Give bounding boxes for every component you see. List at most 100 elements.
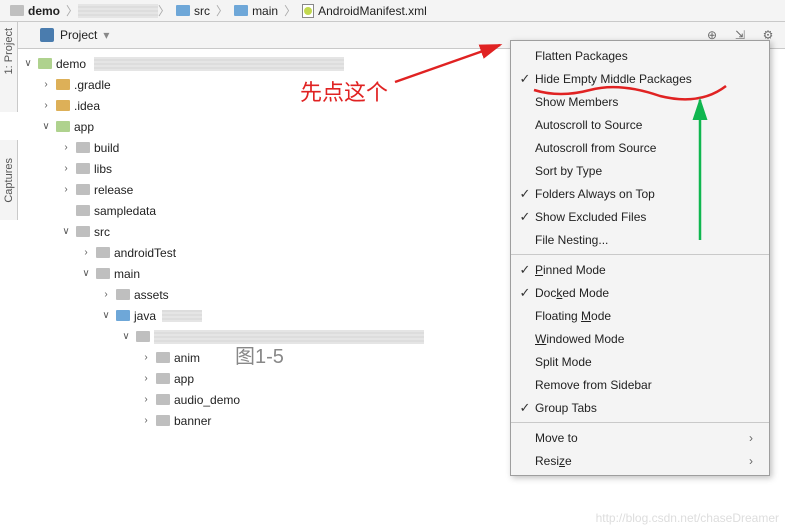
breadcrumb-main[interactable]: main xyxy=(228,4,284,18)
expand-icon[interactable]: ∨ xyxy=(22,58,34,69)
tree-label: libs xyxy=(94,162,112,176)
menu-flatten-packages[interactable]: Flatten Packages xyxy=(511,44,769,67)
menu-hide-empty-middle-packages[interactable]: ✓Hide Empty Middle Packages xyxy=(511,67,769,90)
menu-remove-sidebar[interactable]: Remove from Sidebar xyxy=(511,373,769,396)
module-icon xyxy=(38,58,52,69)
menu-group-tabs[interactable]: ✓Group Tabs xyxy=(511,396,769,419)
menu-label: Split Mode xyxy=(535,355,753,369)
tree-label: src xyxy=(94,225,110,239)
menu-folders-always-on-top[interactable]: ✓Folders Always on Top xyxy=(511,182,769,205)
menu-label: Show Members xyxy=(535,95,753,109)
panel-title[interactable]: Project xyxy=(60,28,97,42)
expand-icon[interactable]: › xyxy=(60,163,72,174)
breadcrumb-file[interactable]: AndroidManifest.xml xyxy=(296,4,433,18)
menu-label: Autoscroll to Source xyxy=(535,118,753,132)
folder-icon xyxy=(136,331,150,342)
expand-icon[interactable]: › xyxy=(80,247,92,258)
folder-icon xyxy=(10,5,24,16)
tree-label: app xyxy=(74,120,94,134)
folder-icon xyxy=(116,289,130,300)
separator-icon: 〉 xyxy=(158,2,170,19)
breadcrumb: demo 〉 〉 src 〉 main 〉 AndroidManifest.xm… xyxy=(0,0,785,22)
folder-icon xyxy=(76,142,90,153)
breadcrumb-root-label: demo xyxy=(28,4,60,18)
redacted-package xyxy=(154,330,424,344)
menu-label: File Nesting... xyxy=(535,233,753,247)
dropdown-icon[interactable]: ▾ xyxy=(103,28,109,42)
tree-label: audio_demo xyxy=(174,393,240,407)
folder-icon xyxy=(76,184,90,195)
check-icon: ✓ xyxy=(515,186,535,202)
folder-icon xyxy=(56,79,70,90)
expand-icon[interactable]: › xyxy=(40,79,52,90)
android-xml-icon xyxy=(302,4,314,18)
menu-label: Floating Mode xyxy=(535,309,753,323)
folder-icon xyxy=(156,415,170,426)
separator-icon: 〉 xyxy=(216,2,228,19)
menu-label: Hide Empty Middle Packages xyxy=(535,72,753,86)
menu-show-excluded-files[interactable]: ✓Show Excluded Files xyxy=(511,205,769,228)
folder-icon xyxy=(56,100,70,111)
expand-icon[interactable]: › xyxy=(140,373,152,384)
tree-label: app xyxy=(174,372,194,386)
breadcrumb-src[interactable]: src xyxy=(170,4,216,18)
sidebar-tab-captures[interactable]: Captures xyxy=(3,158,15,203)
expand-icon[interactable]: › xyxy=(60,184,72,195)
expand-icon[interactable]: › xyxy=(140,352,152,363)
menu-resize[interactable]: Resize› xyxy=(511,449,769,472)
tree-label: main xyxy=(114,267,140,281)
expand-icon[interactable]: › xyxy=(60,142,72,153)
watermark: http://blog.csdn.net/chaseDreamer xyxy=(596,511,779,525)
folder-icon xyxy=(96,247,110,258)
submenu-icon: › xyxy=(749,454,753,468)
menu-label: Sort by Type xyxy=(535,164,753,178)
menu-show-members[interactable]: Show Members xyxy=(511,90,769,113)
redacted-crumb xyxy=(78,4,158,18)
separator-icon: 〉 xyxy=(284,2,296,19)
folder-icon xyxy=(156,352,170,363)
folder-icon xyxy=(76,226,90,237)
folder-icon xyxy=(234,5,248,16)
menu-label: Move to xyxy=(535,431,749,445)
project-view-icon xyxy=(40,28,54,42)
tree-label: anim xyxy=(174,351,200,365)
menu-windowed-mode[interactable]: Windowed Mode xyxy=(511,327,769,350)
menu-sort-by-type[interactable]: Sort by Type xyxy=(511,159,769,182)
expand-icon[interactable]: › xyxy=(140,394,152,405)
menu-file-nesting[interactable]: File Nesting... xyxy=(511,228,769,251)
expand-icon[interactable]: › xyxy=(100,289,112,300)
folder-icon xyxy=(76,205,90,216)
menu-autoscroll-to-source[interactable]: Autoscroll to Source xyxy=(511,113,769,136)
tree-label: assets xyxy=(134,288,169,302)
expand-icon[interactable]: ∨ xyxy=(100,310,112,321)
expand-icon[interactable]: ∨ xyxy=(40,121,52,132)
menu-label: Autoscroll from Source xyxy=(535,141,753,155)
breadcrumb-src-label: src xyxy=(194,4,210,18)
menu-autoscroll-from-source[interactable]: Autoscroll from Source xyxy=(511,136,769,159)
breadcrumb-root[interactable]: demo xyxy=(4,4,66,18)
sidebar-tab-project[interactable]: 1: Project xyxy=(3,28,15,74)
expand-icon[interactable]: › xyxy=(40,100,52,111)
menu-label: Flatten Packages xyxy=(535,49,753,63)
menu-label: Docked Mode xyxy=(535,286,753,300)
expand-icon[interactable]: ∨ xyxy=(120,331,132,342)
menu-move-to[interactable]: Move to› xyxy=(511,426,769,449)
menu-floating-mode[interactable]: Floating Mode xyxy=(511,304,769,327)
menu-pinned-mode[interactable]: ✓Pinned Mode xyxy=(511,258,769,281)
expand-icon[interactable]: ∨ xyxy=(60,226,72,237)
check-icon: ✓ xyxy=(515,209,535,225)
separator-icon: 〉 xyxy=(66,2,78,19)
tree-label: androidTest xyxy=(114,246,176,260)
redacted xyxy=(162,310,202,322)
expand-icon[interactable]: › xyxy=(140,415,152,426)
menu-label: Resize xyxy=(535,454,749,468)
menu-separator xyxy=(511,254,769,255)
menu-split-mode[interactable]: Split Mode xyxy=(511,350,769,373)
tree-label: sampledata xyxy=(94,204,156,218)
folder-icon xyxy=(176,5,190,16)
menu-docked-mode[interactable]: ✓Docked Mode xyxy=(511,281,769,304)
sidebar-tabs: 1: Project xyxy=(0,22,18,112)
folder-icon xyxy=(76,163,90,174)
expand-icon[interactable]: ∨ xyxy=(80,268,92,279)
breadcrumb-file-label: AndroidManifest.xml xyxy=(318,4,427,18)
